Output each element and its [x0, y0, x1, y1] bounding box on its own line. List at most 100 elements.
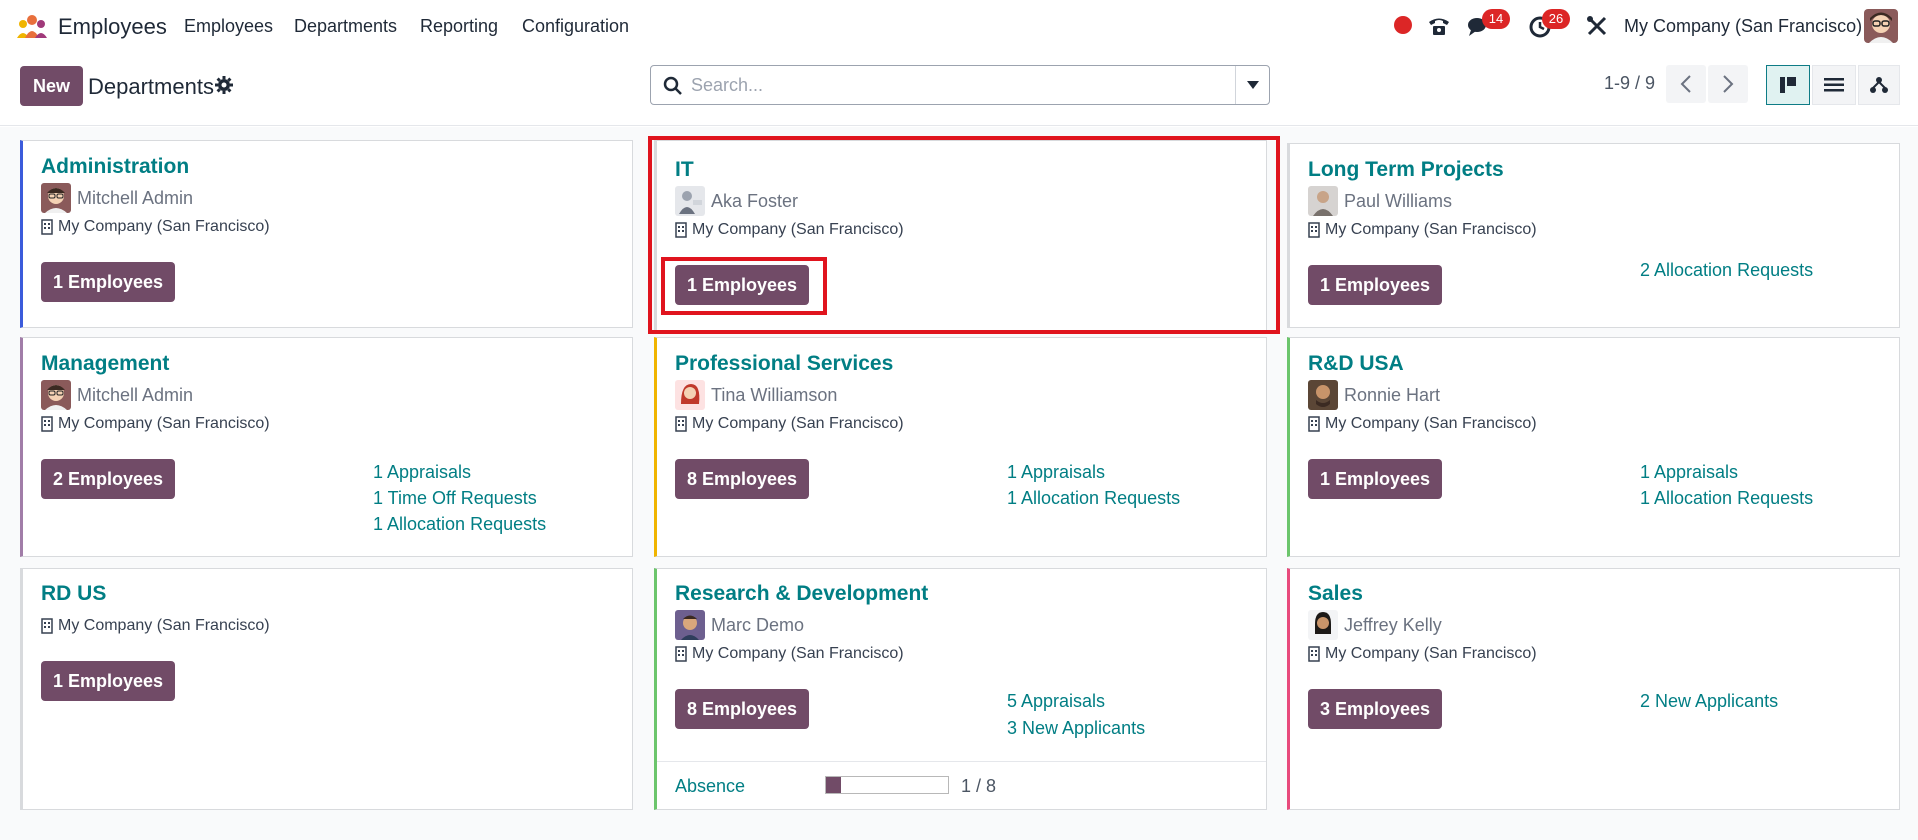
phone-icon[interactable] [1426, 13, 1452, 39]
building-icon [41, 219, 53, 235]
manager-name[interactable]: Aka Foster [711, 191, 798, 212]
manager-name[interactable]: Ronnie Hart [1344, 385, 1440, 406]
absence-label[interactable]: Absence [675, 776, 745, 797]
menu-departments[interactable]: Departments [294, 16, 397, 37]
search-input[interactable] [691, 70, 1221, 100]
hierarchy-icon [1870, 77, 1888, 93]
manager-name[interactable]: Paul Williams [1344, 191, 1452, 212]
manager-name[interactable]: Mitchell Admin [77, 385, 193, 406]
tools-icon[interactable] [1584, 13, 1610, 39]
employees-button[interactable]: 1 Employees [41, 661, 176, 701]
app-name[interactable]: Employees [58, 14, 167, 40]
department-name[interactable]: Administration [41, 155, 189, 179]
building-icon [675, 646, 687, 662]
menu-employees[interactable]: Employees [184, 16, 273, 37]
department-name[interactable]: Sales [1308, 582, 1363, 606]
manager-row: Jeffrey Kelly [1308, 610, 1442, 640]
department-card[interactable]: R&D USA Ronnie Hart My Company (San Fran… [1287, 337, 1900, 557]
department-card[interactable]: RD US My Company (San Francisco) 1 Emplo… [20, 568, 633, 810]
company-name: My Company (San Francisco) [58, 415, 270, 432]
department-card[interactable]: Long Term Projects Paul Williams My Comp… [1287, 143, 1900, 328]
appraisals-link[interactable]: 5 Appraisals [1007, 691, 1105, 712]
pager-value[interactable]: 1-9 / 9 [1604, 73, 1655, 94]
gear-icon[interactable] [215, 76, 233, 94]
caret-down-icon [1247, 81, 1259, 89]
menu-reporting[interactable]: Reporting [420, 16, 498, 37]
employees-button[interactable]: 1 Employees [675, 265, 810, 305]
new-applicants-link[interactable]: 3 New Applicants [1007, 718, 1145, 739]
building-icon [41, 416, 53, 432]
kanban-view-button[interactable] [1766, 65, 1810, 105]
manager-row: Mitchell Admin [41, 380, 193, 410]
department-card[interactable]: Research & Development Marc Demo My Comp… [654, 568, 1267, 810]
app-logo-icon[interactable] [15, 14, 49, 38]
building-icon [1308, 416, 1320, 432]
manager-name[interactable]: Marc Demo [711, 615, 804, 636]
hierarchy-view-button[interactable] [1858, 65, 1900, 105]
appraisals-link[interactable]: 1 Appraisals [1640, 462, 1738, 483]
building-icon [1308, 222, 1320, 238]
search-options-toggle[interactable] [1235, 66, 1270, 104]
allocation-requests-link[interactable]: 2 Allocation Requests [1640, 260, 1813, 281]
chevron-left-icon [1680, 75, 1691, 93]
allocation-requests-link[interactable]: 1 Allocation Requests [373, 514, 546, 535]
top-navbar: Employees Employees Departments Reportin… [0, 0, 1918, 54]
company-row: My Company (San Francisco) [41, 617, 270, 635]
manager-row: Paul Williams [1308, 186, 1452, 216]
manager-name[interactable]: Mitchell Admin [77, 188, 193, 209]
department-name[interactable]: IT [675, 158, 694, 182]
new-button[interactable]: New [20, 66, 83, 106]
appraisals-link[interactable]: 1 Appraisals [1007, 462, 1105, 483]
absence-progress-fill [826, 777, 842, 793]
department-name[interactable]: RD US [41, 582, 106, 606]
manager-name[interactable]: Tina Williamson [711, 385, 837, 406]
manager-row: Marc Demo [675, 610, 804, 640]
recording-indicator-icon[interactable] [1394, 16, 1412, 34]
department-card[interactable]: IT Aka Foster My Company (San Francisco)… [654, 140, 1267, 331]
company-name: My Company (San Francisco) [692, 415, 904, 432]
manager-row: Aka Foster [675, 186, 798, 216]
new-applicants-link[interactable]: 2 New Applicants [1640, 691, 1778, 712]
company-name: My Company (San Francisco) [692, 221, 904, 238]
avatar [41, 380, 71, 410]
appraisals-link[interactable]: 1 Appraisals [373, 462, 471, 483]
employees-button[interactable]: 1 Employees [1308, 265, 1443, 305]
messages-badge: 14 [1482, 9, 1510, 29]
company-row: My Company (San Francisco) [1308, 415, 1537, 433]
avatar [41, 183, 71, 213]
department-card[interactable]: Sales Jeffrey Kelly My Company (San Fran… [1287, 568, 1900, 810]
department-name[interactable]: R&D USA [1308, 352, 1404, 376]
employees-button[interactable]: 2 Employees [41, 459, 176, 499]
manager-name[interactable]: Jeffrey Kelly [1344, 615, 1442, 636]
user-avatar[interactable] [1864, 9, 1898, 43]
department-name[interactable]: Long Term Projects [1308, 158, 1504, 182]
menu-configuration[interactable]: Configuration [522, 16, 629, 37]
department-card[interactable]: Professional Services Tina Williamson My… [654, 337, 1267, 557]
avatar [1308, 186, 1338, 216]
department-card[interactable]: Management Mitchell Admin My Company (Sa… [20, 337, 633, 557]
department-card[interactable]: Administration Mitchell Admin My Company… [20, 140, 633, 328]
building-icon [1308, 646, 1320, 662]
pager-previous-button[interactable] [1666, 65, 1706, 103]
department-name[interactable]: Management [41, 352, 169, 376]
company-row: My Company (San Francisco) [675, 415, 904, 433]
allocation-requests-link[interactable]: 1 Allocation Requests [1007, 488, 1180, 509]
building-icon [41, 618, 53, 634]
employees-button[interactable]: 8 Employees [675, 689, 810, 729]
company-switcher[interactable]: My Company (San Francisco) [1624, 16, 1862, 37]
employees-button[interactable]: 8 Employees [675, 459, 810, 499]
search-icon [663, 76, 682, 95]
company-name: My Company (San Francisco) [58, 617, 270, 634]
time-off-requests-link[interactable]: 1 Time Off Requests [373, 488, 537, 509]
allocation-requests-link[interactable]: 1 Allocation Requests [1640, 488, 1813, 509]
employees-button[interactable]: 3 Employees [1308, 689, 1443, 729]
building-icon [675, 416, 687, 432]
pager-next-button[interactable] [1708, 65, 1748, 103]
company-name: My Company (San Francisco) [1325, 645, 1537, 662]
department-name[interactable]: Research & Development [675, 582, 928, 606]
department-name[interactable]: Professional Services [675, 352, 893, 376]
company-name: My Company (San Francisco) [1325, 221, 1537, 238]
list-view-button[interactable] [1812, 65, 1856, 105]
employees-button[interactable]: 1 Employees [41, 262, 176, 302]
employees-button[interactable]: 1 Employees [1308, 459, 1443, 499]
